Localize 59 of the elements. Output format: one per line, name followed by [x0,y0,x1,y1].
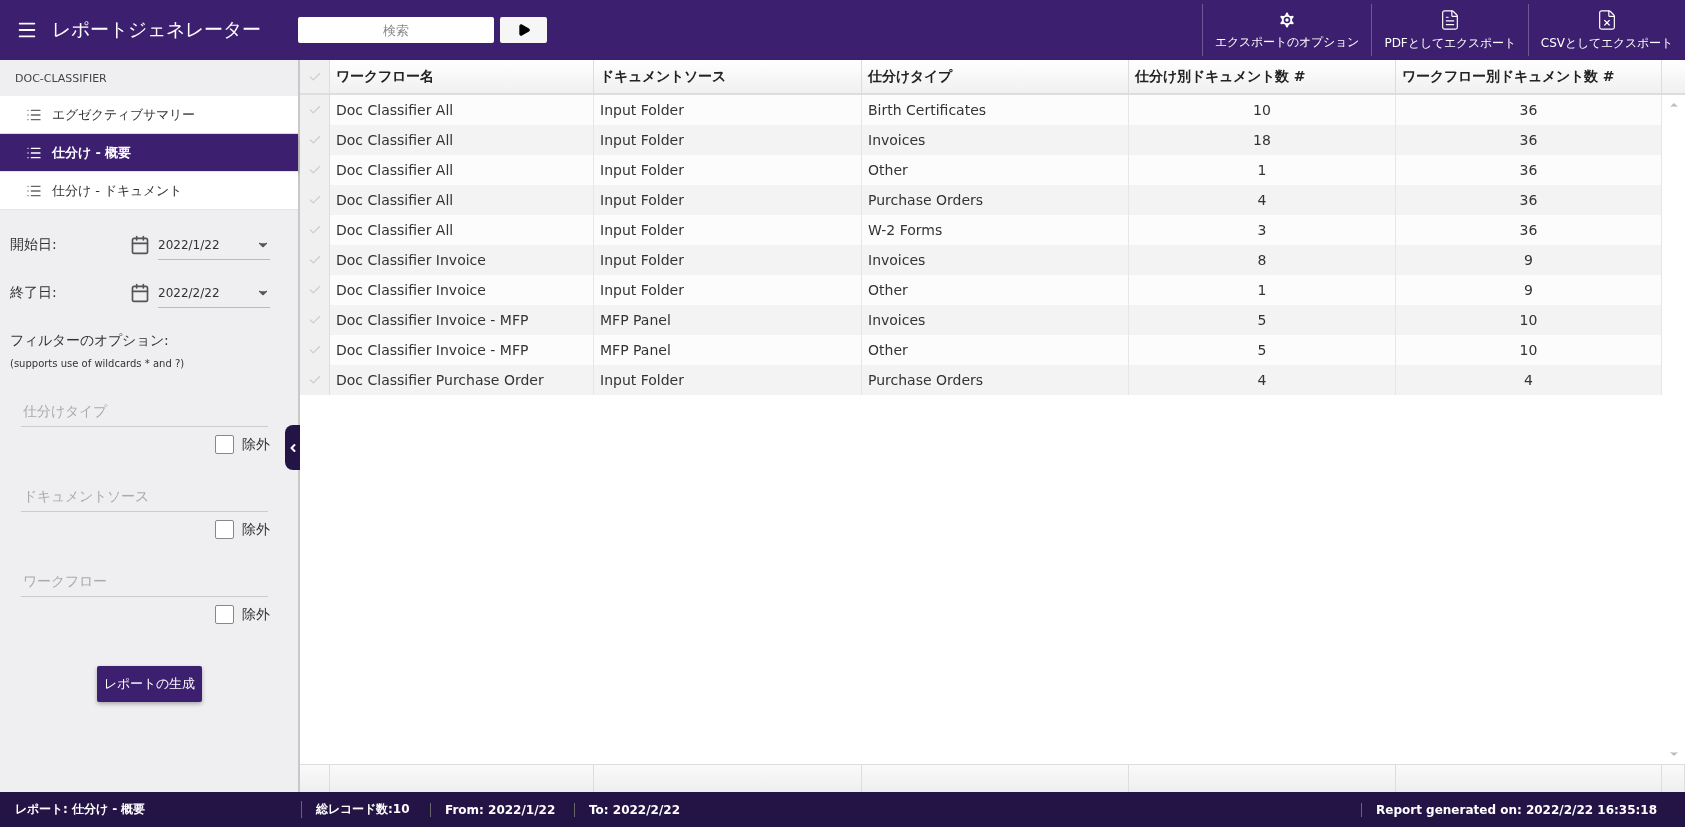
check-icon [307,253,322,267]
column-header[interactable]: ドキュメントソース [594,60,862,93]
date-label: 開始日: [10,236,58,254]
exclude-checkbox[interactable] [215,520,234,539]
status-text: 総レコード数:10 [301,801,430,818]
app-title: レポートジェネレーター [52,17,262,42]
filter-title: フィルターのオプション: [9,331,170,350]
run-button[interactable] [500,17,547,43]
status-text: レポート: 仕分け - 概要 [14,801,147,818]
collapse-handle[interactable] [285,425,300,470]
check-icon [307,133,322,147]
date-field[interactable]: 2022/2/22 [158,278,270,308]
check-icon [307,373,322,387]
table-cell: Doc Classifier Purchase Order [330,365,594,395]
check-icon [307,103,322,117]
check-icon [307,283,322,297]
nav-label: エグゼクティブサマリー [52,105,195,124]
column-header[interactable]: 仕分け別ドキュメント数 # [1129,60,1396,93]
exclude-label: 除外 [242,520,270,539]
section-label: DOC-CLASSIFIER [14,71,108,87]
nav-item[interactable]: 仕分け - ドキュメント [0,172,298,210]
generate-report-button[interactable]: レポートの生成 [96,666,202,702]
nav-item[interactable]: 仕分け - 概要 [0,134,298,172]
nav-label: 仕分け - ドキュメント [52,181,182,200]
table-cell: 4 [1396,365,1662,395]
column-header[interactable]: 仕分けタイプ [862,60,1129,93]
exclude-label: 除外 [242,605,270,624]
search-field[interactable]: 検索 [298,17,494,43]
play-icon [516,23,531,37]
export-button[interactable]: PDFとしてエクスポート [1371,4,1528,56]
exclude-checkbox[interactable] [215,605,234,624]
date-field[interactable]: 2022/1/22 [158,230,270,260]
table-cell: Input Folder [594,365,862,395]
filter-field[interactable]: ワークフロー [21,565,268,597]
filter-field[interactable]: 仕分けタイプ [21,395,268,427]
row-select[interactable] [300,95,330,125]
filter-field[interactable]: ドキュメントソース [21,480,268,512]
check-icon [307,193,322,207]
check-icon [307,163,322,177]
exclude-label: 除外 [242,435,270,454]
status-text: To: 2022/2/22 [574,802,695,817]
calendar-icon[interactable] [130,235,150,255]
check-icon [307,223,322,237]
export-button[interactable]: エクスポートのオプション [1202,4,1372,56]
calendar-icon[interactable] [130,283,150,303]
check-icon [307,343,322,357]
status-text: From: 2022/1/22 [430,802,574,817]
table-cell: Purchase Orders [862,365,1129,395]
nav-item[interactable]: エグゼクティブサマリー [0,96,298,134]
status-text: Report generated on: 2022/2/22 16:35:18 [1361,802,1671,817]
check-icon [307,313,322,327]
column-header[interactable]: ワークフロー名 [330,60,594,93]
column-header[interactable]: ワークフロー別ドキュメント数 # [1396,60,1662,93]
exclude-checkbox[interactable] [215,435,234,454]
filter-hint: (supports use of wildcards * and ?) [9,357,186,371]
nav-label: 仕分け - 概要 [52,143,132,162]
export-button[interactable]: CSVとしてエクスポート [1527,4,1685,56]
date-label: 終了日: [10,284,58,302]
table-cell: 4 [1129,365,1396,395]
